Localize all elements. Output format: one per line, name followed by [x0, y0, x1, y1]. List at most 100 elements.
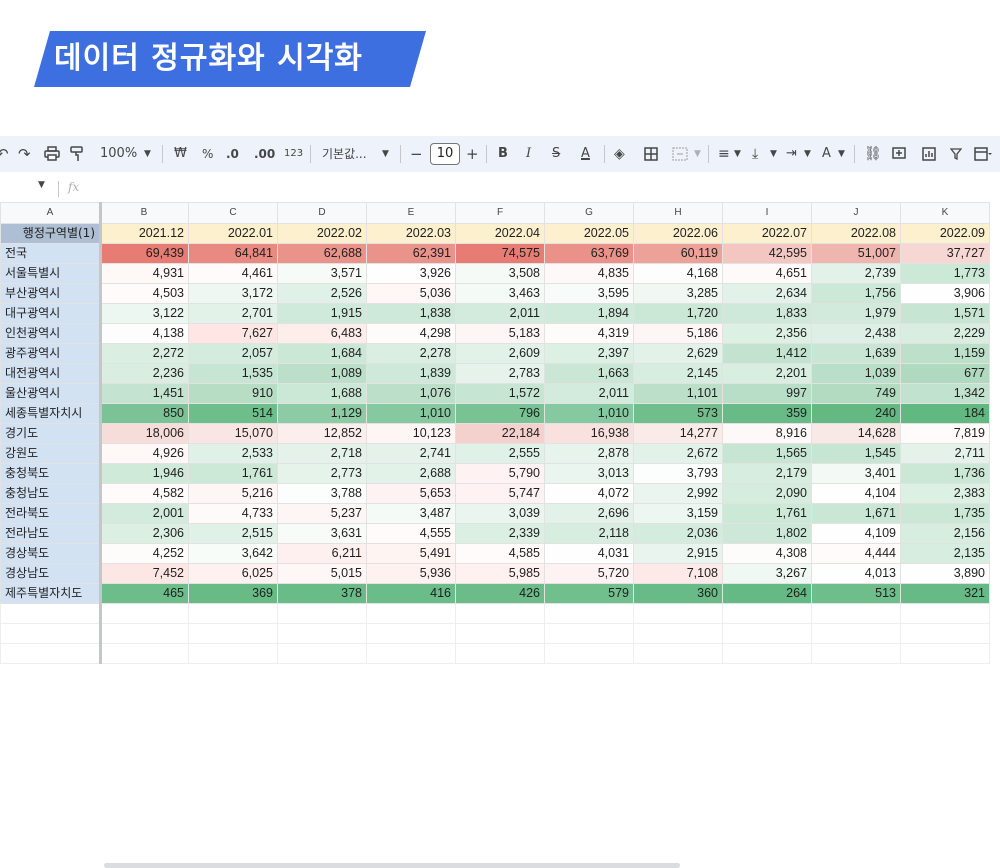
value-cell[interactable]: 3,267 — [722, 563, 812, 584]
value-cell[interactable]: 8,916 — [722, 423, 812, 444]
column-header[interactable]: B — [99, 202, 189, 224]
value-cell[interactable]: 1,451 — [99, 383, 189, 404]
value-cell[interactable]: 1,571 — [900, 303, 990, 324]
column-header[interactable]: F — [455, 202, 545, 224]
value-cell[interactable]: 579 — [544, 583, 634, 604]
insert-link-icon[interactable]: ⛓ — [864, 136, 882, 172]
region-cell[interactable]: 광주광역시 — [0, 343, 100, 364]
value-cell[interactable]: 2,236 — [99, 363, 189, 384]
undo-icon[interactable]: ↶ — [0, 136, 9, 172]
value-cell[interactable]: 2,555 — [455, 443, 545, 464]
value-cell[interactable]: 2,718 — [277, 443, 367, 464]
value-cell[interactable]: 2,609 — [455, 343, 545, 364]
month-header-cell[interactable]: 2022.09 — [900, 223, 990, 244]
value-cell[interactable]: 997 — [722, 383, 812, 404]
value-cell[interactable]: 2,118 — [544, 523, 634, 544]
value-cell[interactable]: 2,201 — [722, 363, 812, 384]
value-cell[interactable]: 3,890 — [900, 563, 990, 584]
currency-button[interactable]: ₩ — [174, 136, 187, 172]
region-cell[interactable]: 전국 — [0, 243, 100, 264]
value-cell[interactable]: 1,545 — [811, 443, 901, 464]
value-cell[interactable]: 4,109 — [811, 523, 901, 544]
value-cell[interactable]: 514 — [188, 403, 278, 424]
paint-format-icon[interactable] — [70, 136, 84, 172]
value-cell[interactable]: 1,773 — [900, 263, 990, 284]
chevron-down-icon[interactable]: ▼ — [770, 136, 777, 172]
value-cell[interactable]: 5,720 — [544, 563, 634, 584]
empty-cell[interactable] — [188, 623, 278, 644]
empty-cell[interactable] — [277, 603, 367, 624]
value-cell[interactable]: 22,184 — [455, 423, 545, 444]
empty-cell[interactable] — [900, 623, 990, 644]
value-cell[interactable]: 12,852 — [277, 423, 367, 444]
value-cell[interactable]: 1,720 — [633, 303, 723, 324]
value-cell[interactable]: 1,572 — [455, 383, 545, 404]
value-cell[interactable]: 2,156 — [900, 523, 990, 544]
empty-cell[interactable] — [188, 643, 278, 664]
value-cell[interactable]: 2,057 — [188, 343, 278, 364]
value-cell[interactable]: 2,629 — [633, 343, 723, 364]
value-cell[interactable]: 4,651 — [722, 263, 812, 284]
horizontal-align-icon[interactable]: ≡ — [718, 136, 730, 172]
chevron-down-icon[interactable]: ▼ — [694, 136, 701, 172]
value-cell[interactable]: 74,575 — [455, 243, 545, 264]
frozen-column-divider[interactable] — [99, 202, 102, 664]
value-cell[interactable]: 749 — [811, 383, 901, 404]
column-header[interactable]: H — [633, 202, 723, 224]
value-cell[interactable]: 3,631 — [277, 523, 367, 544]
value-cell[interactable]: 2,992 — [633, 483, 723, 504]
empty-cell[interactable] — [811, 623, 901, 644]
region-cell[interactable]: 강원도 — [0, 443, 100, 464]
column-header[interactable]: K — [900, 202, 990, 224]
chevron-down-icon[interactable]: ▼ — [382, 136, 389, 172]
value-cell[interactable]: 2,634 — [722, 283, 812, 304]
empty-cell[interactable] — [366, 623, 456, 644]
value-cell[interactable]: 16,938 — [544, 423, 634, 444]
value-cell[interactable]: 369 — [188, 583, 278, 604]
empty-cell[interactable] — [366, 603, 456, 624]
region-cell[interactable]: 서울특별시 — [0, 263, 100, 284]
header-label-cell[interactable]: 행정구역별(1) — [0, 223, 100, 244]
empty-cell[interactable] — [722, 643, 812, 664]
value-cell[interactable]: 184 — [900, 403, 990, 424]
value-cell[interactable]: 1,565 — [722, 443, 812, 464]
month-header-cell[interactable]: 2022.01 — [188, 223, 278, 244]
value-cell[interactable]: 2,783 — [455, 363, 545, 384]
value-cell[interactable]: 3,285 — [633, 283, 723, 304]
value-cell[interactable]: 2,229 — [900, 323, 990, 344]
value-cell[interactable]: 240 — [811, 403, 901, 424]
value-cell[interactable]: 6,211 — [277, 543, 367, 564]
chevron-down-icon[interactable]: ▼ — [804, 136, 811, 172]
region-cell[interactable]: 제주특별자치도 — [0, 583, 100, 604]
font-size-plus-icon[interactable]: + — [466, 136, 479, 172]
filter-views-icon[interactable] — [974, 136, 992, 172]
value-cell[interactable]: 1,839 — [366, 363, 456, 384]
value-cell[interactable]: 2,878 — [544, 443, 634, 464]
value-cell[interactable]: 2,701 — [188, 303, 278, 324]
value-cell[interactable]: 2,773 — [277, 463, 367, 484]
value-cell[interactable]: 1,894 — [544, 303, 634, 324]
value-cell[interactable]: 359 — [722, 403, 812, 424]
value-cell[interactable]: 2,397 — [544, 343, 634, 364]
value-cell[interactable]: 60,119 — [633, 243, 723, 264]
value-cell[interactable]: 4,555 — [366, 523, 456, 544]
text-wrap-icon[interactable]: ⇥ — [786, 136, 797, 172]
value-cell[interactable]: 62,688 — [277, 243, 367, 264]
value-cell[interactable]: 42,595 — [722, 243, 812, 264]
region-cell[interactable]: 세종특별자치시 — [0, 403, 100, 424]
value-cell[interactable]: 264 — [722, 583, 812, 604]
value-cell[interactable]: 1,761 — [722, 503, 812, 524]
value-cell[interactable]: 1,089 — [277, 363, 367, 384]
value-cell[interactable]: 1,756 — [811, 283, 901, 304]
region-cell[interactable]: 충청남도 — [0, 483, 100, 504]
value-cell[interactable]: 4,585 — [455, 543, 545, 564]
value-cell[interactable]: 7,452 — [99, 563, 189, 584]
value-cell[interactable]: 426 — [455, 583, 545, 604]
value-cell[interactable]: 5,216 — [188, 483, 278, 504]
value-cell[interactable]: 7,108 — [633, 563, 723, 584]
empty-cell[interactable] — [99, 643, 189, 664]
month-header-cell[interactable]: 2021.12 — [99, 223, 189, 244]
value-cell[interactable]: 2,306 — [99, 523, 189, 544]
empty-cell[interactable] — [277, 623, 367, 644]
value-cell[interactable]: 5,790 — [455, 463, 545, 484]
